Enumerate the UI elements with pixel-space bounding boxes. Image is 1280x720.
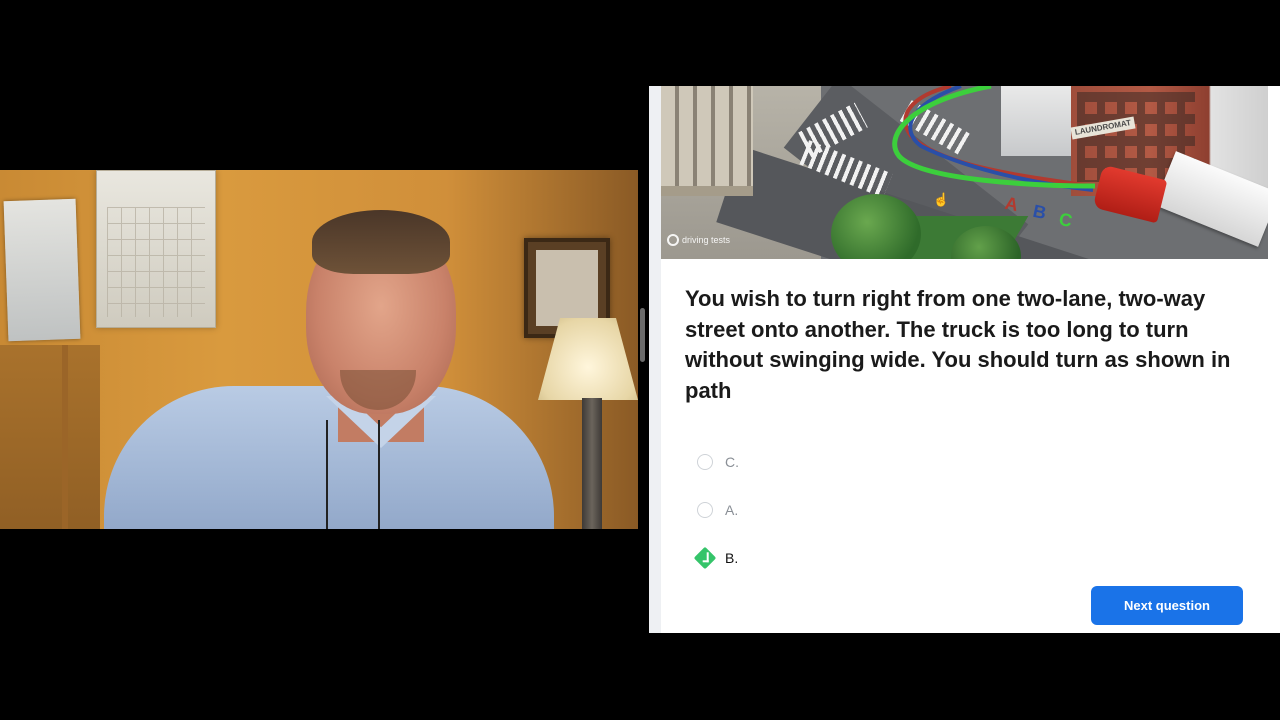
radio-button[interactable] [697,502,713,518]
answer-option-c[interactable]: C. [695,438,1095,486]
option-label: B. [725,550,739,566]
intersection-illustration: LAUNDROMAT A B C driving tests ☝ [661,86,1268,259]
answer-option-b[interactable]: B. [693,534,1095,582]
answer-options: C. A. B. [693,438,1095,582]
question-text: You wish to turn right from one two-lane… [685,286,1231,403]
quiz-card: LAUNDROMAT A B C driving tests ☝ You wis… [649,86,1280,633]
divider-scroll-handle[interactable] [640,308,645,362]
hand-cursor-icon: ☝ [933,192,950,207]
quiz-card-edge [649,86,661,633]
presenter-hair [312,210,450,274]
wall-notes [3,198,81,342]
logo-text: driving tests [682,234,731,245]
presenter-lanyard [326,420,380,529]
lamp-base [582,398,602,529]
next-question-button[interactable]: Next question [1091,586,1243,625]
radio-button[interactable] [697,454,713,470]
correct-check-icon [693,546,717,570]
option-label: C. [725,454,739,470]
wall-calendar [96,170,216,328]
logo-mark-icon [667,234,679,246]
option-label: A. [725,502,739,518]
driving-tests-logo: driving tests [667,234,730,246]
wall-panel [0,345,100,529]
webcam-video [0,170,638,529]
answer-option-a[interactable]: A. [695,486,1095,534]
